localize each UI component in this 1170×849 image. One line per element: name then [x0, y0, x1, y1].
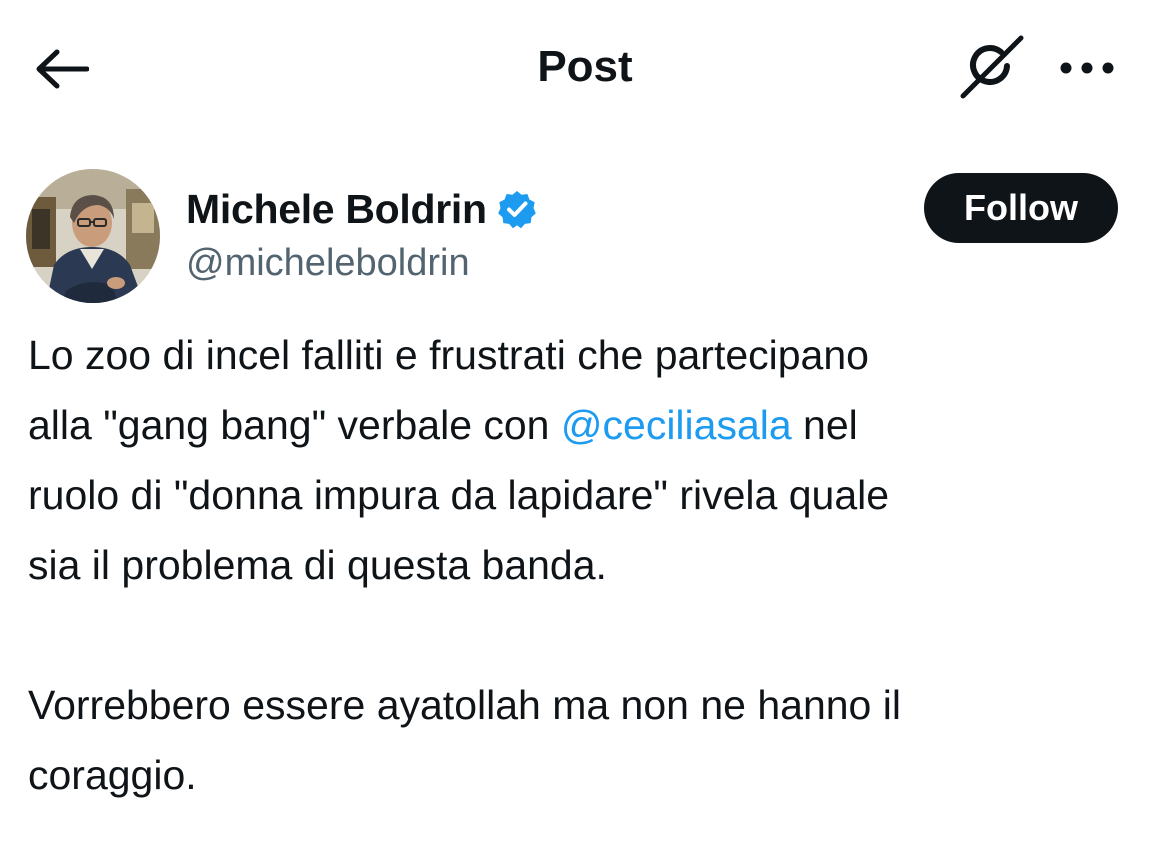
follow-button[interactable]: Follow: [924, 173, 1118, 243]
tweet-text-segment: alla "gang bang" verbale con: [28, 402, 561, 448]
more-horizontal-icon: [1060, 62, 1114, 74]
paragraph-break: [28, 600, 1148, 670]
tweet-line: Vorrebbero essere ayatollah ma non ne ha…: [28, 682, 901, 728]
tweet-line: sia il problema di questa banda.: [28, 542, 607, 588]
tweet-text: Lo zoo di incel falliti e frustrati che …: [28, 320, 1148, 810]
mention-link[interactable]: @ceciliasala: [561, 402, 792, 448]
tweet-line: coraggio.: [28, 752, 197, 798]
tweet-line: ruolo di "donna impura da lapidare" rive…: [28, 472, 890, 518]
more-options-button[interactable]: [1054, 46, 1120, 90]
avatar-photo: [26, 169, 160, 303]
top-bar: Post: [0, 0, 1170, 135]
tweet-text-segment: nel: [791, 402, 858, 448]
author-name[interactable]: Michele Boldrin: [186, 184, 537, 234]
author-avatar[interactable]: [26, 169, 160, 303]
grok-icon: [960, 35, 1024, 99]
verified-badge-icon[interactable]: [497, 189, 537, 229]
author-handle[interactable]: @micheleboldrin: [186, 238, 470, 288]
author-name-text: Michele Boldrin: [186, 185, 487, 232]
arrow-left-icon: [36, 49, 89, 89]
tweet-line: Lo zoo di incel falliti e frustrati che …: [28, 332, 869, 378]
tweet-line: alla "gang bang" verbale con @ceciliasal…: [28, 390, 1148, 460]
back-button[interactable]: [30, 44, 92, 94]
grok-button[interactable]: [954, 34, 1026, 100]
